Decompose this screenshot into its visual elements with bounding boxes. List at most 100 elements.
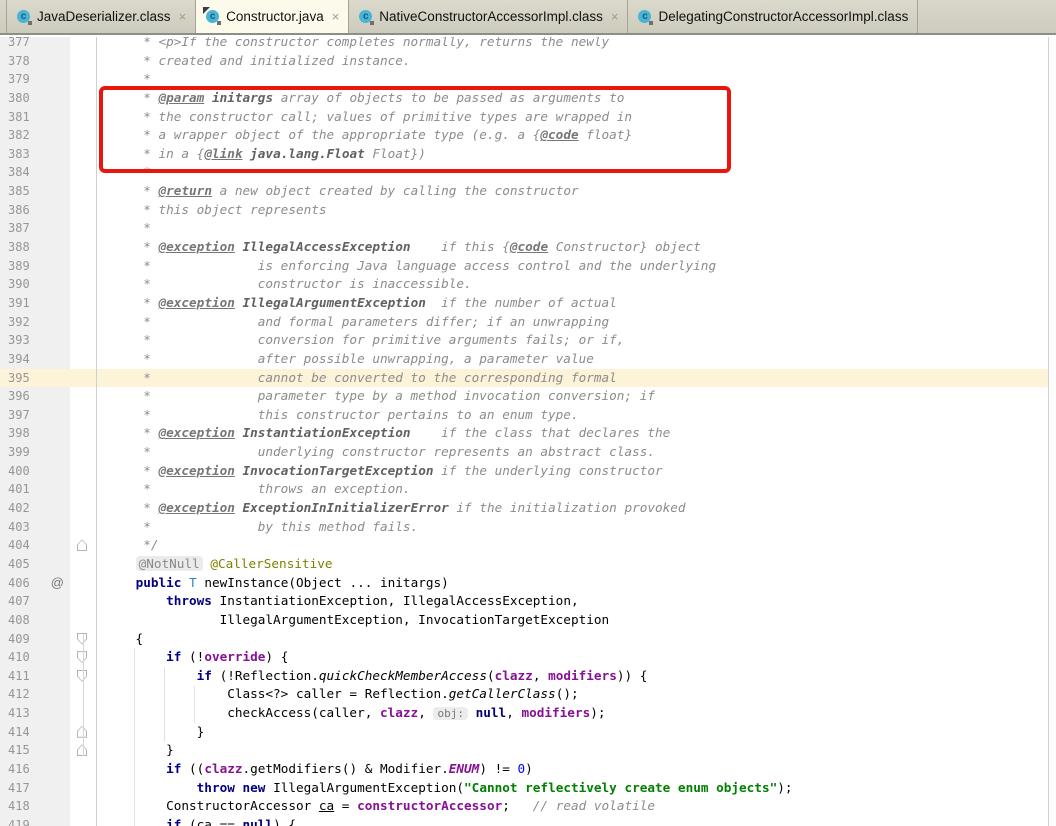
code-line[interactable]: 415 } <box>0 741 1056 760</box>
code-line[interactable]: 381 * the constructor call; values of pr… <box>0 108 1056 127</box>
line-number[interactable]: 387 <box>0 219 70 238</box>
line-number[interactable]: 386 <box>0 201 70 220</box>
line-number[interactable]: 401 <box>0 480 70 499</box>
line-number[interactable]: 403 <box>0 518 70 537</box>
line-number[interactable]: 418 <box>0 797 70 816</box>
code-line[interactable]: 396 * parameter type by a method invocat… <box>0 387 1056 406</box>
fold-down-icon[interactable] <box>77 651 87 663</box>
code-line[interactable]: 403 * by this method fails. <box>0 518 1056 537</box>
code-line[interactable]: 394 * after possible unwrapping, a param… <box>0 350 1056 369</box>
code-line[interactable]: 389 * is enforcing Java language access … <box>0 257 1056 276</box>
tab-constructor-java[interactable]: cConstructor.java× <box>196 0 349 33</box>
override-gutter-icon[interactable]: @ <box>51 574 64 593</box>
code-line[interactable]: 418 ConstructorAccessor ca = constructor… <box>0 797 1056 816</box>
code-line[interactable]: 411 if (!Reflection.quickCheckMemberAcce… <box>0 667 1056 686</box>
line-number[interactable]: 391 <box>0 294 70 313</box>
code-line[interactable]: 402 * @exception ExceptionInInitializerE… <box>0 499 1056 518</box>
line-number[interactable]: 399 <box>0 443 70 462</box>
code-line[interactable]: 380 * @param initargs array of objects t… <box>0 89 1056 108</box>
code-line[interactable]: 392 * and formal parameters differ; if a… <box>0 313 1056 332</box>
code-line[interactable]: 397 * this constructor pertains to an en… <box>0 406 1056 425</box>
line-number[interactable]: 406@ <box>0 574 70 593</box>
line-number[interactable]: 397 <box>0 406 70 425</box>
line-number[interactable]: 382 <box>0 126 70 145</box>
code-line[interactable]: 377 * <p>If the constructor completes no… <box>0 37 1056 52</box>
tab-nativeconstructoraccessorimpl-class[interactable]: cNativeConstructorAccessorImpl.class× <box>349 0 628 33</box>
line-number[interactable]: 396 <box>0 387 70 406</box>
code-line[interactable]: 399 * underlying constructor represents … <box>0 443 1056 462</box>
scrollbar-track[interactable] <box>1048 37 1056 826</box>
tab-close-icon[interactable]: × <box>332 9 340 24</box>
line-number[interactable]: 415 <box>0 741 70 760</box>
line-number[interactable]: 388 <box>0 238 70 257</box>
line-number[interactable]: 411 <box>0 667 70 686</box>
fold-down-icon[interactable] <box>77 633 87 645</box>
line-number[interactable]: 416 <box>0 760 70 779</box>
code-line[interactable]: 400 * @exception InvocationTargetExcepti… <box>0 462 1056 481</box>
line-number[interactable]: 398 <box>0 424 70 443</box>
code-line[interactable]: 406@ public T newInstance(Object ... ini… <box>0 574 1056 593</box>
line-number[interactable]: 412 <box>0 685 70 704</box>
line-number[interactable]: 413 <box>0 704 70 723</box>
code-line[interactable]: 379 * <box>0 70 1056 89</box>
line-number[interactable]: 383 <box>0 145 70 164</box>
code-line[interactable]: 416 if ((clazz.getModifiers() & Modifier… <box>0 760 1056 779</box>
line-number[interactable]: 385 <box>0 182 70 201</box>
code-line[interactable]: 395 * cannot be converted to the corresp… <box>0 369 1056 388</box>
fold-up-icon[interactable] <box>77 539 87 551</box>
line-number[interactable]: 414 <box>0 723 70 742</box>
tab-javadeserializer-class[interactable]: cJavaDeserializer.class× <box>6 0 196 33</box>
code-line[interactable]: 408 IllegalArgumentException, Invocation… <box>0 611 1056 630</box>
code-line[interactable]: 413 checkAccess(caller, clazz, obj: null… <box>0 704 1056 723</box>
code-line[interactable]: 410 if (!override) { <box>0 648 1056 667</box>
fold-up-icon[interactable] <box>77 726 87 738</box>
code-line[interactable]: 414 } <box>0 723 1056 742</box>
line-number[interactable]: 380 <box>0 89 70 108</box>
code-line[interactable]: 404 */ <box>0 536 1056 555</box>
tab-delegatingconstructoraccessorimpl-class[interactable]: cDelegatingConstructorAccessorImpl.class <box>628 0 918 33</box>
code-line[interactable]: 401 * throws an exception. <box>0 480 1056 499</box>
code-line[interactable]: 384 * <box>0 163 1056 182</box>
code-line[interactable]: 387 * <box>0 219 1056 238</box>
tab-close-icon[interactable]: × <box>179 9 187 24</box>
line-number[interactable]: 400 <box>0 462 70 481</box>
editor[interactable]: 377 * <p>If the constructor completes no… <box>0 37 1056 826</box>
line-number[interactable]: 410 <box>0 648 70 667</box>
code-line[interactable]: 385 * @return a new object created by ca… <box>0 182 1056 201</box>
line-number[interactable]: 381 <box>0 108 70 127</box>
line-number[interactable]: 379 <box>0 70 70 89</box>
code-line[interactable]: 409 { <box>0 630 1056 649</box>
line-number[interactable]: 392 <box>0 313 70 332</box>
code-line[interactable]: 382 * a wrapper object of the appropriat… <box>0 126 1056 145</box>
code-line[interactable]: 383 * in a {@link java.lang.Float Float}… <box>0 145 1056 164</box>
code-line[interactable]: 391 * @exception IllegalArgumentExceptio… <box>0 294 1056 313</box>
tab-close-icon[interactable]: × <box>611 9 619 24</box>
code-line[interactable]: 407 throws InstantiationException, Illeg… <box>0 592 1056 611</box>
line-number[interactable]: 408 <box>0 611 70 630</box>
line-number[interactable]: 404 <box>0 536 70 555</box>
code-line[interactable]: 398 * @exception InstantiationException … <box>0 424 1056 443</box>
line-number[interactable]: 395 <box>0 369 70 388</box>
line-number[interactable]: 378 <box>0 52 70 71</box>
code-line[interactable]: 386 * this object represents <box>0 201 1056 220</box>
line-number[interactable]: 393 <box>0 331 70 350</box>
line-number[interactable]: 405 <box>0 555 70 574</box>
line-number[interactable]: 417 <box>0 779 70 798</box>
code-line[interactable]: 388 * @exception IllegalAccessException … <box>0 238 1056 257</box>
line-number[interactable]: 419 <box>0 816 70 826</box>
code-line[interactable]: 417 throw new IllegalArgumentException("… <box>0 779 1056 798</box>
code-line[interactable]: 390 * constructor is inaccessible. <box>0 275 1056 294</box>
code-line[interactable]: 412 Class<?> caller = Reflection.getCall… <box>0 685 1056 704</box>
fold-up-icon[interactable] <box>77 744 87 756</box>
line-number[interactable]: 389 <box>0 257 70 276</box>
fold-down-icon[interactable] <box>77 670 87 682</box>
code-line[interactable]: 405 @NotNull @CallerSensitive <box>0 555 1056 574</box>
code-line[interactable]: 378 * created and initialized instance. <box>0 52 1056 71</box>
line-number[interactable]: 377 <box>0 37 70 52</box>
line-number[interactable]: 390 <box>0 275 70 294</box>
line-number[interactable]: 409 <box>0 630 70 649</box>
line-number[interactable]: 384 <box>0 163 70 182</box>
line-number[interactable]: 402 <box>0 499 70 518</box>
line-number[interactable]: 394 <box>0 350 70 369</box>
code-line[interactable]: 419 if (ca == null) { <box>0 816 1056 826</box>
